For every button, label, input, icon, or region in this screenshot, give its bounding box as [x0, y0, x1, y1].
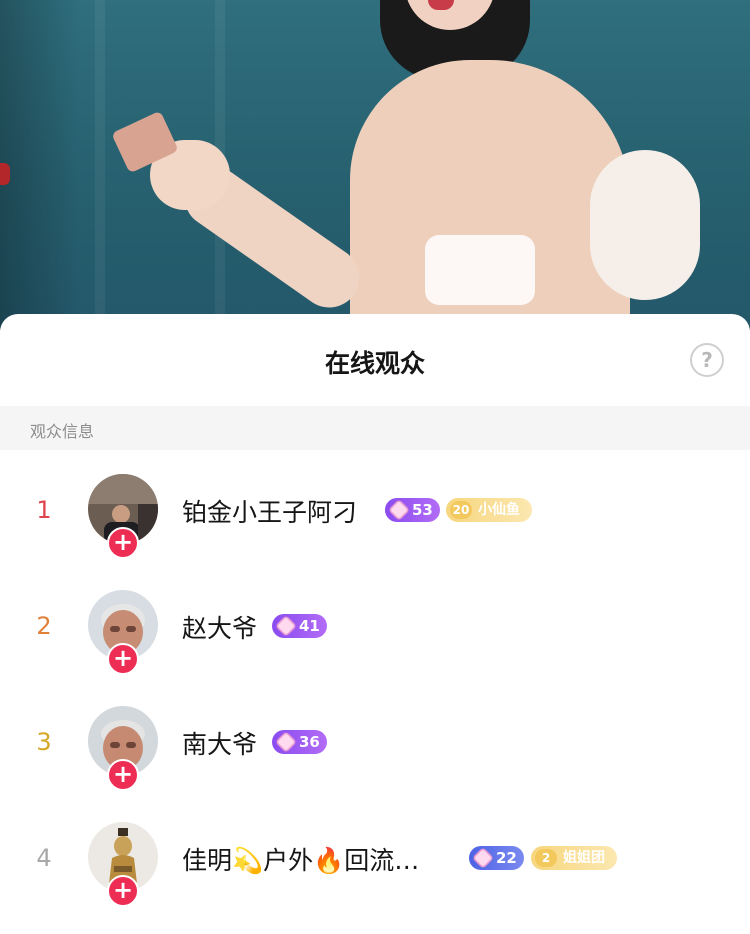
live-video-background — [0, 0, 750, 330]
help-icon[interactable]: ? — [690, 343, 724, 377]
diamond-gem-icon — [387, 498, 411, 522]
diamond-gem-icon — [471, 846, 495, 870]
follow-button[interactable]: + — [107, 759, 139, 791]
audience-row[interactable]: 4 + 佳明💫户外🔥回流… 22 2 姐姐团 — [0, 822, 750, 922]
wall-shadow — [0, 0, 80, 330]
fan-club-level: 2 — [535, 849, 557, 867]
streamer-arm-right — [590, 150, 700, 300]
audience-row[interactable]: 2 + 赵大爷 41 — [0, 590, 750, 690]
online-audience-sheet: 在线观众 ? 观众信息 1 + 铂金小王子阿刁 53 20 小仙鱼 2 + 赵大… — [0, 314, 750, 934]
rank-number: 4 — [36, 844, 52, 872]
sheet-title: 在线观众 — [324, 349, 425, 378]
level-number: 36 — [299, 733, 320, 751]
section-header: 观众信息 — [0, 406, 750, 450]
rank-number: 3 — [36, 728, 52, 756]
fan-club-name: 小仙鱼 — [478, 502, 520, 518]
level-badge: 22 — [469, 846, 524, 870]
fan-club-badge: 20 小仙鱼 — [446, 498, 532, 522]
audience-row[interactable]: 3 + 南大爷 36 — [0, 706, 750, 806]
wall-panel — [95, 0, 105, 330]
level-number: 53 — [412, 501, 433, 519]
fan-club-level: 20 — [450, 501, 472, 519]
rank-number: 2 — [36, 612, 52, 640]
follow-button[interactable]: + — [107, 527, 139, 559]
fan-club-badge: 2 姐姐团 — [531, 846, 617, 870]
follow-button[interactable]: + — [107, 643, 139, 675]
diamond-gem-icon — [274, 614, 298, 638]
light-reflection — [425, 235, 535, 305]
username: 南大爷 — [182, 730, 258, 759]
rank-number: 1 — [36, 496, 52, 524]
level-badge: 36 — [272, 730, 327, 754]
username: 铂金小王子阿刁 — [182, 498, 358, 527]
audience-row[interactable]: 1 + 铂金小王子阿刁 53 20 小仙鱼 — [0, 474, 750, 574]
red-object — [0, 163, 10, 185]
level-number: 22 — [496, 849, 517, 867]
level-badge: 41 — [272, 614, 327, 638]
username: 赵大爷 — [182, 614, 258, 643]
level-number: 41 — [299, 617, 320, 635]
level-badge: 53 — [385, 498, 440, 522]
follow-button[interactable]: + — [107, 875, 139, 907]
diamond-gem-icon — [274, 730, 298, 754]
section-label: 观众信息 — [30, 422, 95, 441]
fan-club-name: 姐姐团 — [563, 850, 605, 866]
username: 佳明💫户外🔥回流… — [182, 846, 420, 875]
